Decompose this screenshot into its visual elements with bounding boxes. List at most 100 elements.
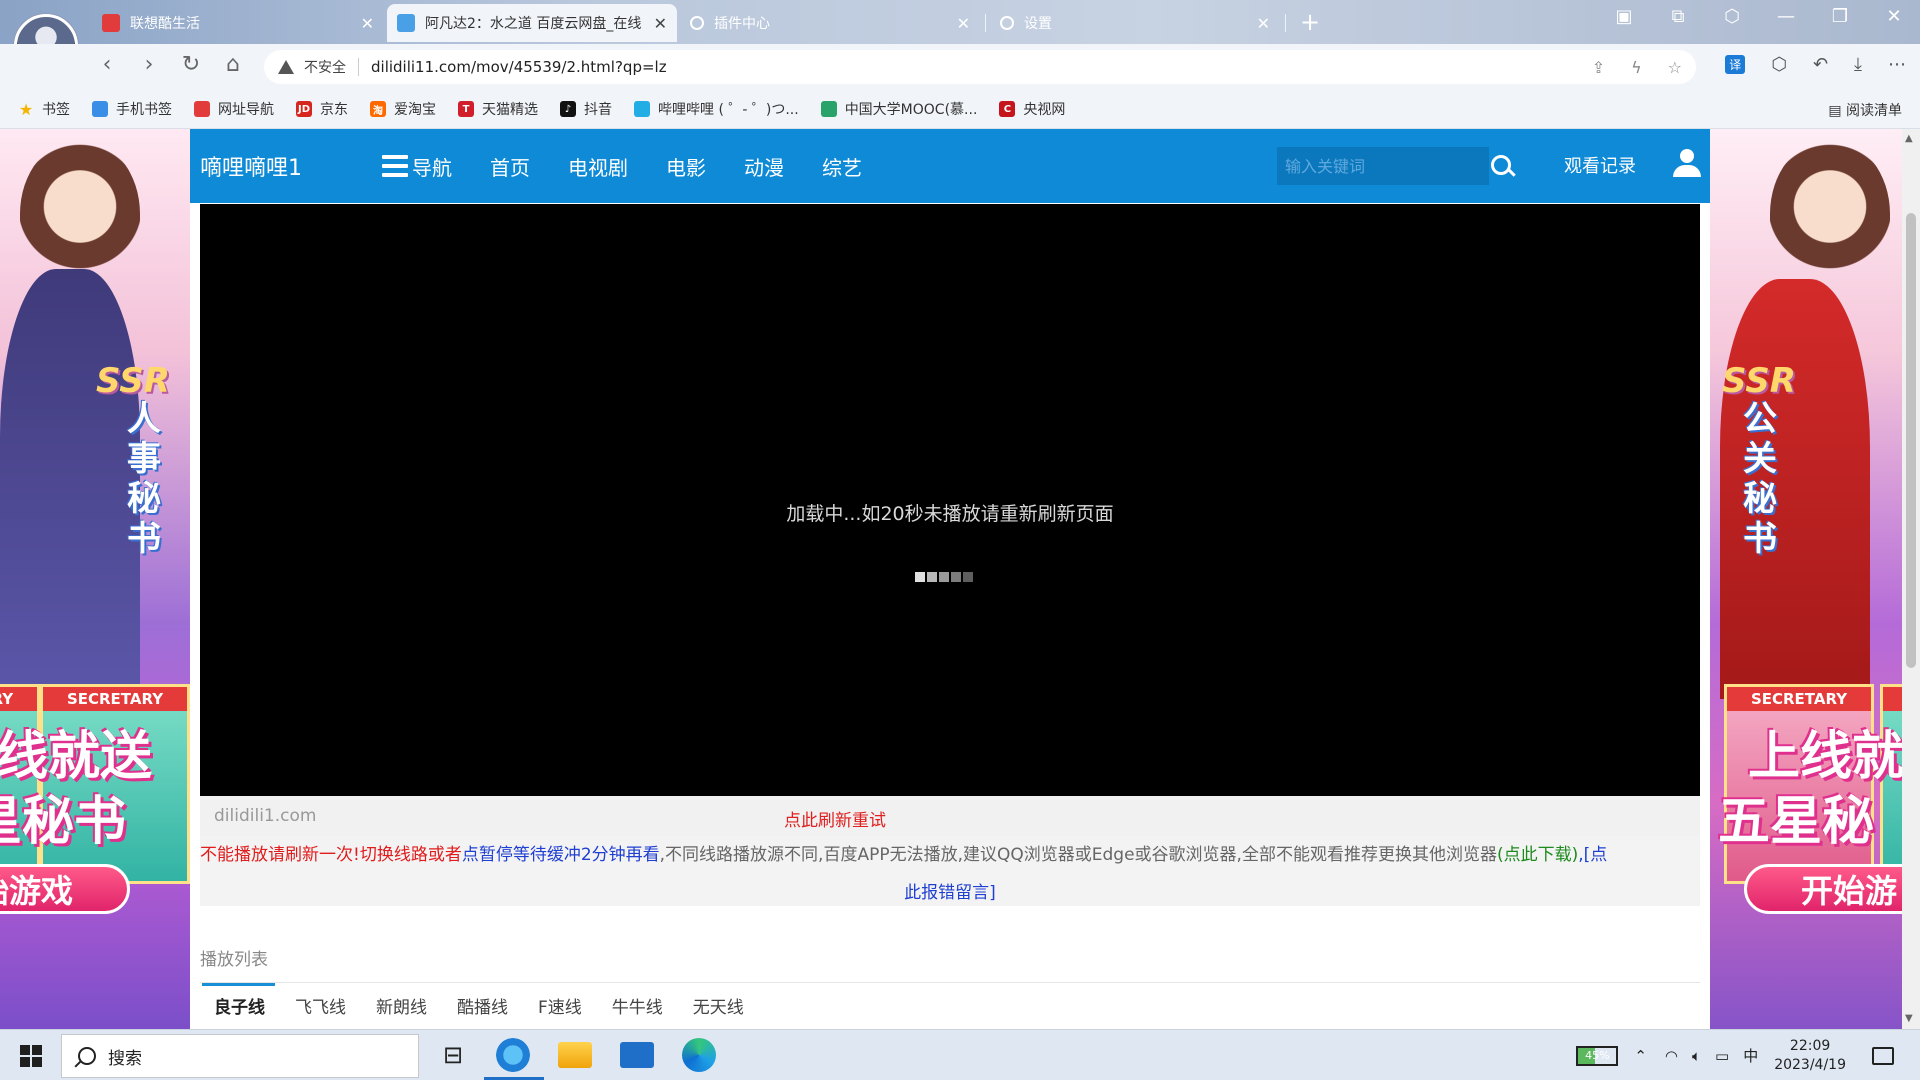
close-icon[interactable]: ✕ <box>957 14 970 33</box>
search-input[interactable] <box>1277 156 1485 176</box>
route-tab[interactable]: 无天线 <box>681 983 754 1024</box>
refresh-retry-link[interactable]: 点此刷新重试 <box>784 806 886 831</box>
bookmark-item[interactable]: 网址导航 <box>194 99 274 119</box>
ad-title: 公关秘书 <box>1743 399 1777 559</box>
bookmark-item[interactable]: ♪ 抖音 <box>560 99 612 119</box>
notification-icon[interactable] <box>1872 1046 1894 1065</box>
watch-history-link[interactable]: 观看记录 <box>1564 152 1636 178</box>
video-player[interactable]: 加载中...如20秒未播放请重新刷新页面 <box>200 204 1700 796</box>
route-tabs: 良子线 飞飞线 新朗线 酷播线 F速线 牛牛线 无天线 <box>202 983 762 1024</box>
nav-tv[interactable]: 电视剧 <box>568 152 628 181</box>
mooc-icon <box>820 101 837 117</box>
report-link[interactable]: ,[点 <box>1578 845 1607 865</box>
url-text[interactable]: dilidili11.com/mov/45539/2.html?qp=lz <box>371 58 1592 76</box>
bookmark-item[interactable]: T 天猫精选 <box>458 99 538 119</box>
playlist-label: 播放列表 <box>200 950 268 970</box>
task-view-icon[interactable]: ⊟ <box>436 1038 470 1072</box>
nav-movie[interactable]: 电影 <box>666 152 706 181</box>
home-button[interactable]: ⌂ <box>218 52 248 77</box>
file-explorer-icon[interactable] <box>558 1042 592 1068</box>
reading-list[interactable]: ▤ 阅读清单 <box>1828 100 1902 120</box>
taskbar-search[interactable]: 搜索 <box>61 1034 419 1078</box>
chevron-up-icon[interactable]: ⌃ <box>1634 1047 1647 1065</box>
notice-text: ,不同线路播放源不同,百度APP无法播放,建议QQ浏览器或Edge或谷歌浏览器,… <box>659 845 1497 865</box>
forward-button[interactable]: › <box>134 52 164 77</box>
tab-lenovo[interactable]: 联想酷生活 ✕ <box>92 4 384 42</box>
mail-icon[interactable] <box>620 1042 654 1068</box>
star-icon: ★ <box>18 99 34 119</box>
star-icon[interactable]: ☆ <box>1668 58 1682 77</box>
download-link[interactable]: (点此下载) <box>1497 845 1578 865</box>
bookmark-item[interactable]: C 央视网 <box>999 99 1065 119</box>
ad-start-button[interactable]: 开始游 <box>1744 864 1902 914</box>
scrollbar-thumb[interactable] <box>1906 213 1916 668</box>
nav-home[interactable]: 首页 <box>490 152 530 181</box>
clock[interactable]: 22:09 2023/4/19 <box>1774 1037 1846 1075</box>
battery-small-icon[interactable]: ▭ <box>1715 1047 1729 1065</box>
tab-extensions[interactable]: 插件中心 ✕ <box>680 4 980 42</box>
tmall-icon: T <box>458 101 474 117</box>
site-logo[interactable]: 嘀哩嘀哩1 <box>200 150 360 182</box>
nav-menu[interactable]: 导航 <box>382 152 452 181</box>
report-link[interactable]: 此报错留言] <box>904 883 996 903</box>
close-icon[interactable]: ✕ <box>361 14 374 33</box>
ad-headline: 星秘书 <box>0 792 127 852</box>
back-button[interactable]: ‹ <box>92 52 122 77</box>
nav-variety[interactable]: 综艺 <box>822 152 862 181</box>
download-icon[interactable]: ⤓ <box>1854 54 1862 75</box>
ad-start-button[interactable]: 始游戏 <box>0 864 130 914</box>
cctv-icon: C <box>999 101 1016 117</box>
windows-start-icon[interactable] <box>20 1045 42 1067</box>
tab-avatar2[interactable]: 阿凡达2：水之道 百度云网盘_在线 ✕ <box>387 4 677 42</box>
warning-icon <box>278 60 294 74</box>
new-tab-button[interactable]: + <box>1300 8 1320 36</box>
bookmark-item[interactable]: 中国大学MOOC(慕... <box>820 99 977 119</box>
browser-taskbar-icon[interactable] <box>496 1038 530 1072</box>
bookmark-item[interactable]: 哔哩哔哩 ( ゜- ゜)つ... <box>634 99 799 119</box>
reload-button[interactable]: ↻ <box>176 52 206 77</box>
search-icon[interactable] <box>1485 149 1511 183</box>
edge-icon[interactable] <box>682 1038 716 1072</box>
collections-icon[interactable]: ⧉ <box>1666 6 1690 27</box>
split-screen-icon[interactable]: ▣ <box>1612 6 1636 27</box>
user-icon[interactable] <box>1673 149 1701 179</box>
tab-favicon <box>102 14 120 32</box>
minimize-button[interactable]: — <box>1774 6 1798 27</box>
reading-list-icon: ▤ <box>1828 103 1846 119</box>
route-tab[interactable]: 新朗线 <box>364 983 437 1024</box>
left-ad-banner[interactable]: SSR 人事秘书 SECRETARY SECRETARY 线就送 星秘书 始游戏 <box>0 129 190 1029</box>
route-tab[interactable]: F速线 <box>526 983 592 1024</box>
battery-icon[interactable]: 45% <box>1576 1045 1619 1066</box>
right-ad-banner[interactable]: SSR 公关秘书 SECRETARY SECRETARY 上线就 五星秘 开始游 <box>1710 129 1902 1029</box>
bookmark-item[interactable]: JD 京东 <box>296 99 348 119</box>
close-window-button[interactable]: ✕ <box>1882 6 1906 27</box>
route-tab[interactable]: 飞飞线 <box>283 983 356 1024</box>
route-tab[interactable]: 酷播线 <box>445 983 518 1024</box>
undo-icon[interactable]: ↶ <box>1813 54 1828 75</box>
route-tab[interactable]: 良子线 <box>202 983 275 1024</box>
extensions-icon[interactable]: ⬡ <box>1720 6 1744 27</box>
route-tab[interactable]: 牛牛线 <box>600 983 673 1024</box>
volume-icon[interactable]: 🔈︎ <box>1692 1047 1701 1065</box>
ime-indicator[interactable]: 中 <box>1743 1045 1758 1066</box>
lightning-icon[interactable]: ϟ <box>1631 58 1642 77</box>
bilibili-icon <box>634 101 650 117</box>
windows-taskbar: 搜索 ⊟ 45% ⌃ ◠ 🔈︎ ▭ 中 22:09 2023/4/19 <box>0 1029 1920 1080</box>
close-icon[interactable]: ✕ <box>1257 14 1270 33</box>
page-scrollbar[interactable]: ▲ ▼ <box>1902 129 1920 1029</box>
puzzle-icon <box>690 16 704 30</box>
tab-settings[interactable]: 设置 ✕ <box>990 4 1280 42</box>
puzzle-icon[interactable]: ⬡ <box>1771 54 1787 75</box>
maximize-button[interactable]: ❐ <box>1828 6 1852 27</box>
nav-anime[interactable]: 动漫 <box>744 152 784 181</box>
translate-icon[interactable]: 译 <box>1725 55 1746 74</box>
share-icon[interactable]: ⇪ <box>1592 58 1605 77</box>
wifi-icon[interactable]: ◠ <box>1665 1047 1678 1065</box>
close-icon[interactable]: ✕ <box>654 14 667 33</box>
bookmark-item[interactable]: ★ 书签 <box>18 99 70 119</box>
address-bar[interactable]: 不安全 dilidili11.com/mov/45539/2.html?qp=l… <box>264 50 1696 84</box>
site-domain: dilidili1.com <box>214 806 317 826</box>
bookmark-item[interactable]: 淘爱淘宝 <box>370 99 436 119</box>
more-icon[interactable]: ⋯ <box>1888 54 1906 75</box>
bookmark-item[interactable]: 手机书签 <box>92 99 172 119</box>
